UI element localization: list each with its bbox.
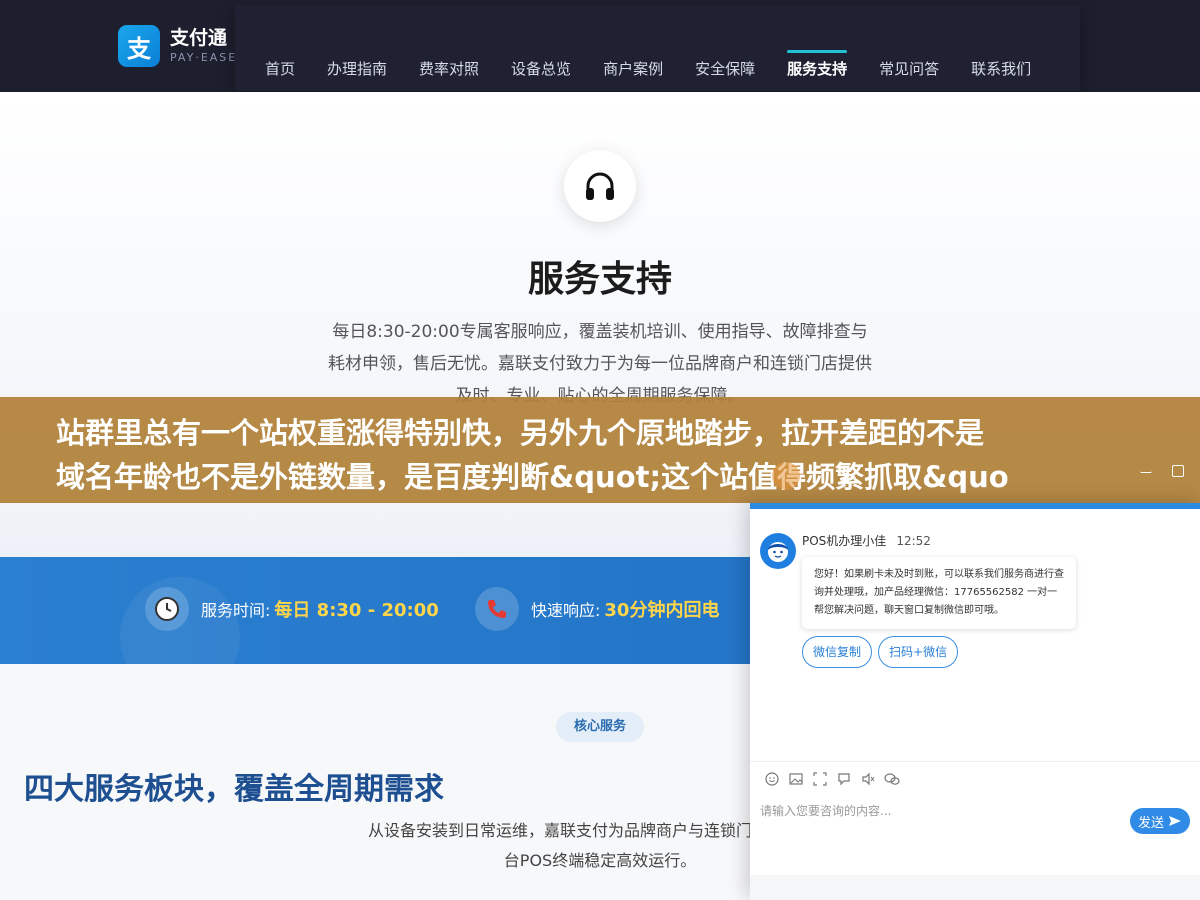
site-header: 支 支付通 PAY·EASE 首页 办理指南 费率对照 设备总览 商户案例 安全… [0,0,1200,92]
agent-avatar [760,533,796,569]
emoji-icon[interactable] [760,769,784,789]
send-arrow-icon [1169,816,1181,826]
chat-toolbar [760,769,904,789]
logo-text: 支付通 PAY·EASE [170,26,237,66]
send-button[interactable]: 发送 [1130,808,1190,834]
quick-response-label: 快速响应: [531,601,601,620]
main-nav: 首页 办理指南 费率对照 设备总览 商户案例 安全保障 服务支持 常见问答 联系… [235,5,1080,91]
nav-support[interactable]: 服务支持 [771,50,863,91]
phone-icon [475,587,519,631]
decorative-ring [772,462,800,490]
logo-subtitle: PAY·EASE [170,51,238,64]
logo-name: 支付通 [170,27,228,49]
scan-wechat-button[interactable]: 扫码+微信 [878,636,959,668]
clock-icon [145,587,189,631]
message-meta: POS机办理小佳 12:52 [802,533,1076,549]
sound-icon[interactable] [856,769,880,789]
chat-topbar [750,503,1200,509]
chat-footer [750,875,1200,900]
nav-home[interactable]: 首页 [249,58,311,91]
nav-rates[interactable]: 费率对照 [403,58,495,91]
chat-message-input[interactable] [760,799,1120,823]
service-hours: 服务时间: 每日 8:30 - 20:00 [145,587,439,631]
agent-name: POS机办理小佳 [802,534,887,548]
wechat-icon[interactable] [880,769,904,789]
logo-mark: 支 [118,25,160,67]
section-title: 四大服务板块，覆盖全周期需求 [24,772,444,807]
message-body: POS机办理小佳 12:52 您好！如果刷卡未及时到账，可以联系我们服务商进行查询… [802,533,1076,629]
quick-response: 快速响应: 30分钟内回电 [475,587,719,631]
nav-faq[interactable]: 常见问答 [863,58,955,91]
quick-reply-buttons: 微信复制 扫码+微信 [802,636,964,668]
copy-wechat-button[interactable]: 微信复制 [802,636,873,668]
nav-contact[interactable]: 联系我们 [955,58,1047,91]
site-logo[interactable]: 支 支付通 PAY·EASE [118,25,237,67]
overlay-banner: 站群里总有一个站权重涨得特别快，另外九个原地踏步，拉开差距的不是 域名年龄也不是… [0,397,1200,503]
message-bubble: 您好！如果刷卡未及时到账，可以联系我们服务商进行查询并处理哦，加产品经理微信：1… [802,557,1076,629]
minimize-icon[interactable] [1140,465,1152,473]
service-hours-label: 服务时间: [201,601,271,620]
message-time: 12:52 [896,534,931,548]
screenshot-icon[interactable] [808,769,832,789]
nav-cases[interactable]: 商户案例 [587,58,679,91]
nav-security[interactable]: 安全保障 [679,58,771,91]
send-label: 发送 [1137,815,1164,831]
chat-widget: POS机办理小佳 12:52 您好！如果刷卡未及时到账，可以联系我们服务商进行查询… [750,503,1200,900]
section-badge: 核心服务 [556,712,644,742]
headset-icon [564,150,636,222]
chat-message: POS机办理小佳 12:52 您好！如果刷卡未及时到账，可以联系我们服务商进行查询… [760,533,1076,629]
nav-guide[interactable]: 办理指南 [311,58,403,91]
nav-devices[interactable]: 设备总览 [495,58,587,91]
banner-line-2: 域名年龄也不是外链数量，是百度判断&quot;这个站值得频繁抓取&quo [56,460,1009,494]
maximize-icon[interactable] [1172,465,1184,477]
quick-response-value: 30分钟内回电 [604,600,720,621]
chat-divider [750,761,1200,762]
image-icon[interactable] [784,769,808,789]
service-hours-value: 每日 8:30 - 20:00 [274,600,439,621]
rating-icon[interactable] [832,769,856,789]
banner-line-1: 站群里总有一个站权重涨得特别快，另外九个原地踏步，拉开差距的不是 [56,416,985,450]
page-title: 服务支持 [527,259,672,300]
